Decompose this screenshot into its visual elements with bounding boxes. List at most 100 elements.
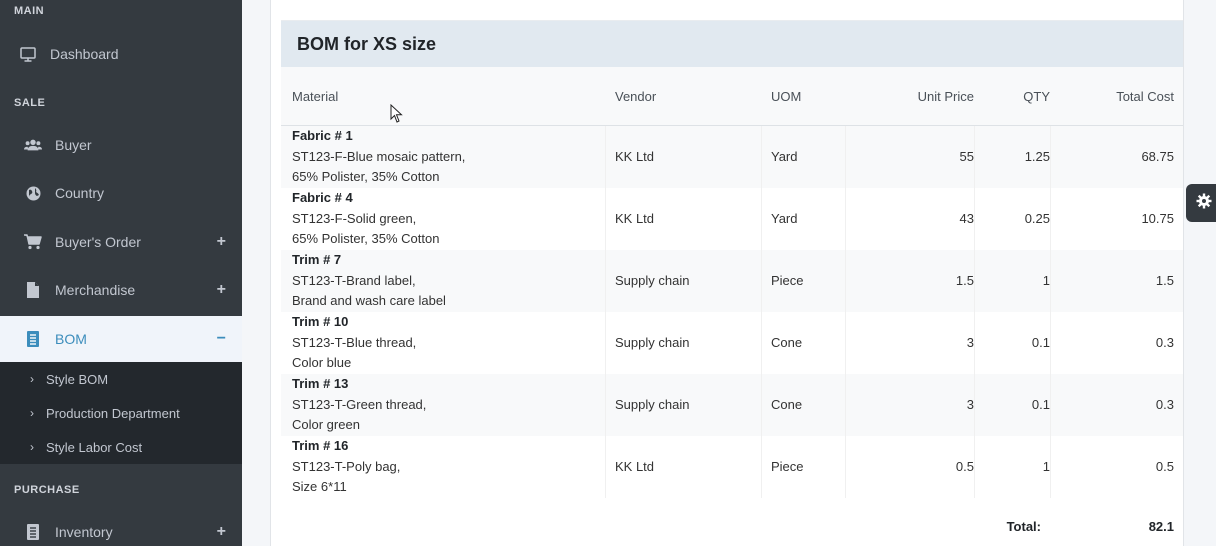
- unit-price-cell: 3: [966, 397, 974, 412]
- bom-submenu: › Style BOM › Production Department › St…: [0, 362, 242, 464]
- material-name: Trim # 13: [292, 376, 349, 391]
- bom-table-header: Material Vendor UOM Unit Price QTY Total…: [281, 67, 1183, 126]
- bom-title-bar: BOM for XS size: [281, 21, 1183, 67]
- table-row: Trim # 10 ST123-T-Blue thread, Color blu…: [281, 312, 1183, 374]
- total-value: 82.1: [1148, 519, 1174, 534]
- expand-icon[interactable]: +: [217, 233, 226, 251]
- chevron-right-icon: ›: [30, 406, 34, 420]
- table-row: Trim # 7 ST123-T-Brand label, Brand and …: [281, 250, 1183, 312]
- file-icon: [24, 281, 42, 299]
- sidebar-item-label: Country: [55, 185, 105, 201]
- material-cell: Fabric # 1 ST123-F-Blue mosaic pattern, …: [292, 126, 465, 188]
- sidebar-item-merchandise[interactable]: Merchandise +: [0, 268, 242, 312]
- total-cost-cell: 68.75: [1141, 149, 1174, 164]
- sidebar-item-buyers-order[interactable]: Buyer's Order +: [0, 220, 242, 264]
- expand-icon[interactable]: +: [217, 523, 226, 541]
- qty-cell: 1: [1042, 459, 1050, 474]
- sidebar-subitem-label: Style Labor Cost: [46, 439, 143, 455]
- uom-cell: Piece: [771, 459, 804, 474]
- total-row: Total: 82.1: [281, 509, 1183, 545]
- total-cost-cell: 0.5: [1155, 459, 1174, 474]
- material-name: Trim # 10: [292, 314, 349, 329]
- material-description: ST123-T-Poly bag,: [292, 458, 401, 474]
- main-content: BOM for XS size Material Vendor UOM Unit…: [242, 0, 1216, 546]
- cart-icon: [24, 233, 42, 251]
- gear-icon: [1196, 193, 1212, 214]
- section-header-sale: SALE: [14, 97, 46, 109]
- sidebar-item-label: Inventory: [55, 524, 113, 540]
- vendor-cell: KK Ltd: [615, 149, 655, 164]
- vendor-cell: KK Ltd: [615, 459, 655, 474]
- column-divider: [605, 126, 606, 498]
- unit-price-cell: 55: [959, 149, 974, 164]
- sidebar-subitem-production-department[interactable]: › Production Department: [0, 396, 242, 430]
- table-row: Trim # 16 ST123-T-Poly bag, Size 6*11 KK…: [281, 436, 1183, 498]
- material-name: Fabric # 1: [292, 128, 353, 143]
- total-cost-cell: 0.3: [1155, 335, 1174, 350]
- column-divider: [845, 126, 846, 498]
- qty-cell: 1.25: [1024, 149, 1050, 164]
- list-icon: [24, 330, 42, 348]
- material-name: Trim # 7: [292, 252, 342, 267]
- column-header-qty: QTY: [1023, 89, 1050, 104]
- material-cell: Trim # 16 ST123-T-Poly bag, Size 6*11: [292, 436, 400, 498]
- material-name: Trim # 16: [292, 438, 349, 453]
- uom-cell: Piece: [771, 273, 804, 288]
- material-composition: 65% Polister, 35% Cotton: [292, 231, 440, 246]
- sidebar-subitem-label: Style BOM: [46, 371, 109, 387]
- table-row: Trim # 13 ST123-T-Green thread, Color gr…: [281, 374, 1183, 436]
- material-cell: Trim # 10 ST123-T-Blue thread, Color blu…: [292, 312, 416, 374]
- section-header-purchase: PURCHASE: [14, 484, 80, 496]
- sidebar-item-label: BOM: [55, 331, 87, 347]
- list-icon: [24, 523, 42, 541]
- sidebar-item-label: Buyer: [55, 137, 92, 153]
- sidebar: MAIN Dashboard SALE Buyer Country Buyer'…: [0, 0, 242, 546]
- expand-icon[interactable]: +: [217, 281, 226, 299]
- total-cost-cell: 0.3: [1155, 397, 1174, 412]
- column-header-uom: UOM: [771, 89, 802, 104]
- qty-cell: 1: [1042, 273, 1050, 288]
- settings-button[interactable]: [1186, 184, 1216, 222]
- collapse-icon[interactable]: −: [217, 330, 226, 348]
- sidebar-item-label: Dashboard: [50, 46, 119, 62]
- uom-cell: Yard: [771, 149, 798, 164]
- material-composition: Brand and wash care label: [292, 293, 446, 308]
- unit-price-cell: 3: [966, 335, 974, 350]
- material-cell: Trim # 13 ST123-T-Green thread, Color gr…: [292, 374, 426, 436]
- sidebar-item-dashboard[interactable]: Dashboard: [0, 32, 242, 76]
- column-header-total-cost: Total Cost: [1116, 89, 1174, 104]
- column-header-material: Material: [292, 89, 339, 104]
- sidebar-subitem-style-bom[interactable]: › Style BOM: [0, 362, 242, 396]
- column-header-unit-price: Unit Price: [917, 89, 974, 104]
- globe-icon: [24, 184, 42, 202]
- mouse-cursor-icon: [390, 103, 404, 129]
- sidebar-item-label: Buyer's Order: [55, 234, 141, 250]
- vendor-cell: KK Ltd: [615, 211, 655, 226]
- column-divider: [1050, 126, 1051, 498]
- unit-price-cell: 43: [959, 211, 974, 226]
- sidebar-item-bom[interactable]: BOM −: [0, 316, 242, 362]
- bom-title: BOM for XS size: [297, 34, 437, 54]
- sidebar-item-country[interactable]: Country: [0, 171, 242, 215]
- material-name: Fabric # 4: [292, 190, 353, 205]
- sidebar-subitem-style-labor-cost[interactable]: › Style Labor Cost: [0, 430, 242, 464]
- sidebar-item-label: Merchandise: [55, 282, 136, 298]
- sidebar-item-inventory[interactable]: Inventory +: [0, 510, 242, 546]
- table-row: Fabric # 4 ST123-F-Solid green, 65% Poli…: [281, 188, 1183, 250]
- qty-cell: 0.1: [1031, 397, 1050, 412]
- section-header-main: MAIN: [14, 5, 45, 17]
- column-header-vendor: Vendor: [615, 89, 657, 104]
- sidebar-item-buyer[interactable]: Buyer: [0, 123, 242, 167]
- material-description: ST123-T-Green thread,: [292, 396, 427, 412]
- qty-cell: 0.25: [1024, 211, 1050, 226]
- sidebar-subitem-label: Production Department: [46, 405, 180, 421]
- unit-price-cell: 0.5: [955, 459, 974, 474]
- qty-cell: 0.1: [1031, 335, 1050, 350]
- vendor-cell: Supply chain: [615, 397, 690, 412]
- table-row: Fabric # 1 ST123-F-Blue mosaic pattern, …: [281, 126, 1183, 188]
- uom-cell: Cone: [771, 397, 803, 412]
- material-composition: 65% Polister, 35% Cotton: [292, 169, 440, 184]
- total-label: Total:: [1006, 519, 1041, 534]
- uom-cell: Yard: [771, 211, 798, 226]
- vendor-cell: Supply chain: [615, 335, 690, 350]
